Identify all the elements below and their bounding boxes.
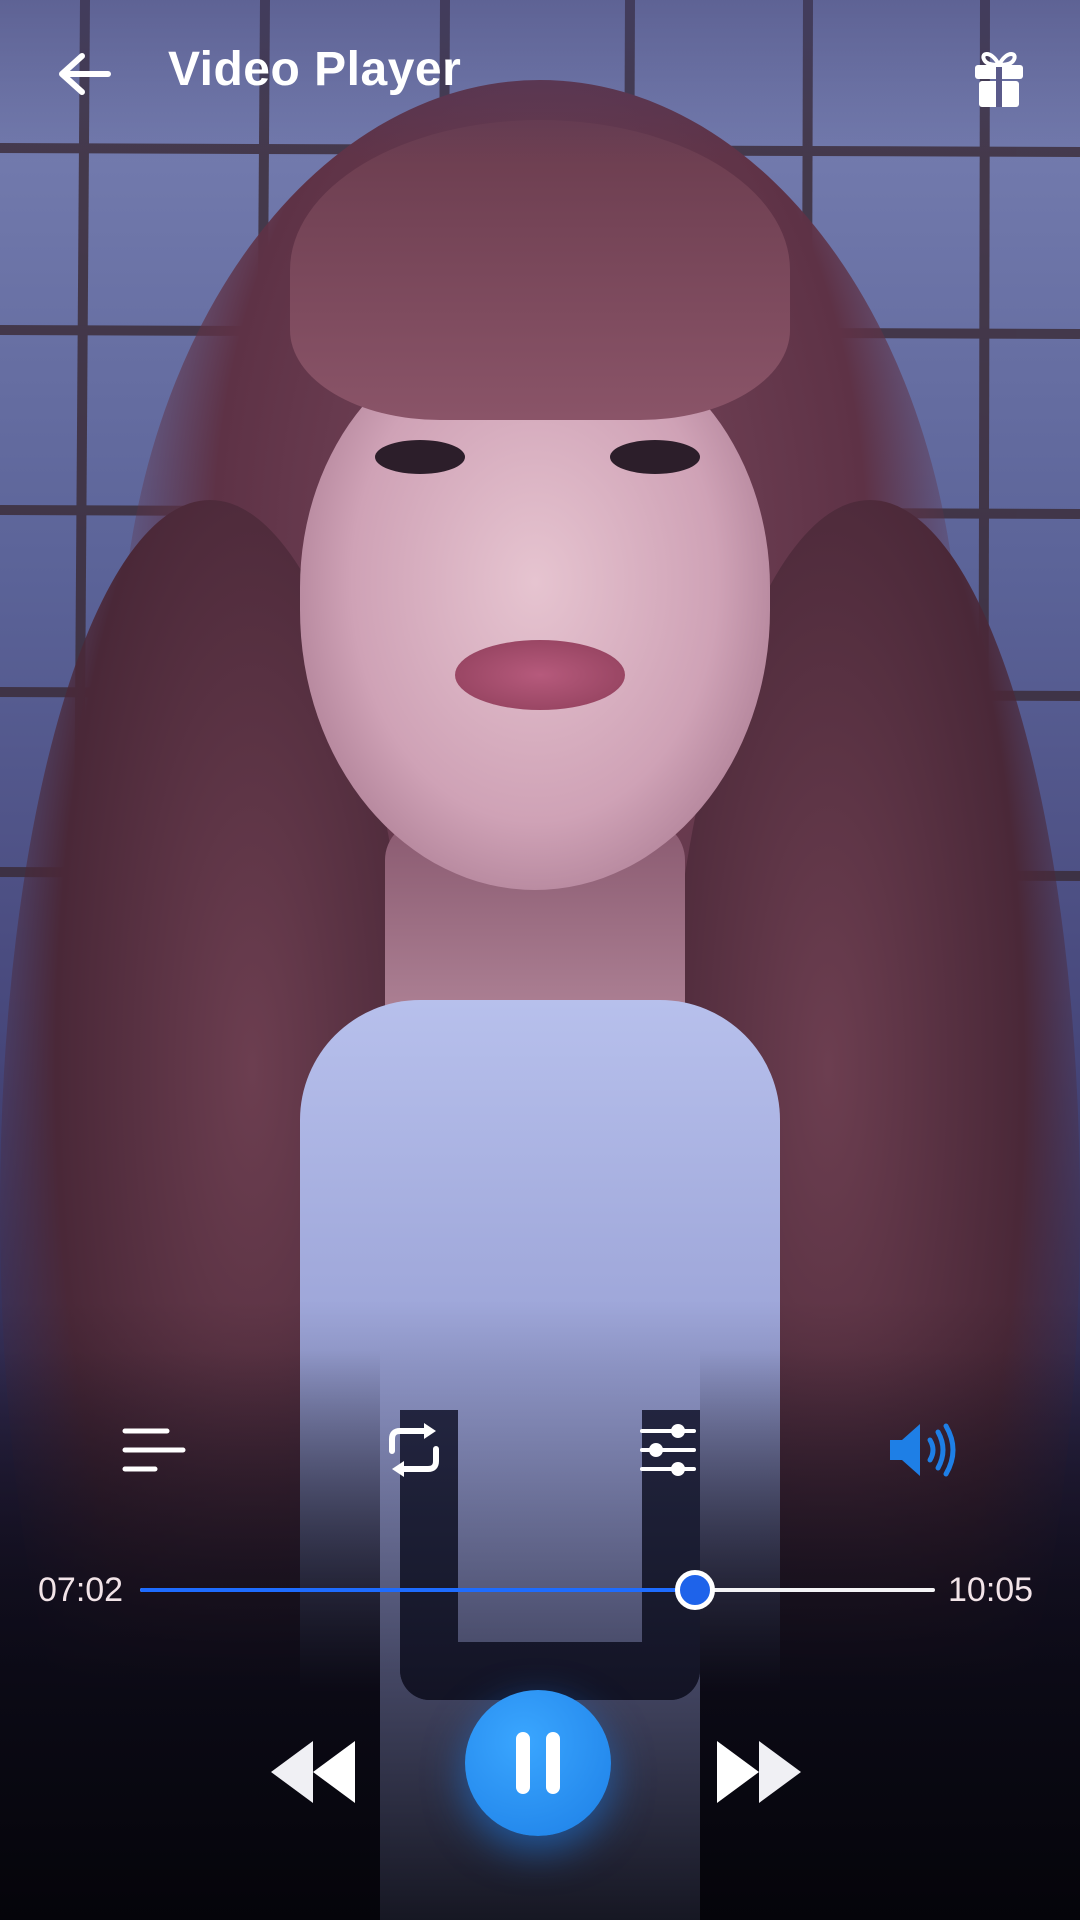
video-frame[interactable] [0,0,1080,1920]
seek-thumb[interactable] [674,1570,715,1610]
total-time: 10:05 [948,1571,1034,1609]
tool-row [0,1410,1080,1490]
current-time: 07:02 [38,1571,124,1609]
volume-icon [890,1423,956,1477]
header-bar: Video Player [0,0,1080,150]
arrow-left-icon [59,53,111,95]
repeat-icon [389,1423,439,1477]
seek-row: 07:02 10:05 [0,1560,1080,1620]
fast-forward-icon [717,1741,801,1803]
equalizer-icon [640,1424,696,1476]
back-button[interactable] [52,42,116,106]
lips-shape [455,640,625,710]
playlist-button[interactable] [114,1410,194,1490]
equalizer-button[interactable] [628,1410,708,1490]
page-title: Video Player [168,43,462,96]
fast-forward-button[interactable] [710,1734,810,1810]
rewind-icon [271,1741,355,1803]
eye-shape [375,440,465,474]
seek-bar-progress [140,1588,695,1592]
repeat-button[interactable] [374,1410,454,1490]
pause-button[interactable] [465,1690,611,1836]
pause-icon [516,1732,560,1794]
seek-bar[interactable] [140,1570,935,1610]
eye-shape [610,440,700,474]
gift-button[interactable] [966,42,1032,112]
rewind-button[interactable] [262,1734,362,1810]
volume-button[interactable] [884,1410,964,1490]
transport-controls [0,1690,1080,1840]
playlist-icon [122,1428,186,1472]
gift-icon [975,52,1023,107]
bangs-shape [290,120,790,420]
